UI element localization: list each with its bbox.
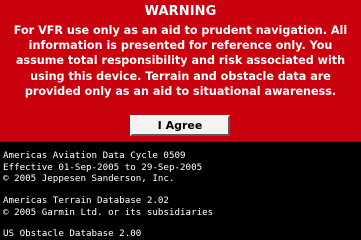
warning-panel: WARNING For VFR use only as an aid to pr… <box>0 0 361 142</box>
aviation-database-info: Americas Aviation Data Cycle 0509 Effect… <box>3 150 358 185</box>
aviation-effective-dates: Effective 01-Sep-2005 to 29-Sep-2005 <box>3 161 203 173</box>
warning-line: assume total responsibility and risk ass… <box>15 54 346 68</box>
warning-message: For VFR use only as an aid to prudent na… <box>8 23 353 99</box>
garmin-startup-screen: WARNING For VFR use only as an aid to pr… <box>0 0 361 240</box>
obstacle-database-version: US Obstacle Database 2.00 <box>3 228 142 239</box>
warning-line: information is presented for reference o… <box>28 39 333 53</box>
terrain-database-info: Americas Terrain Database 2.02 © 2005 Ga… <box>3 195 358 218</box>
obstacle-database-info: US Obstacle Database 2.00 <box>3 228 358 240</box>
agree-button[interactable]: I Agree <box>130 115 230 136</box>
warning-line: For VFR use only as an aid to prudent na… <box>13 24 348 37</box>
aviation-copyright: © 2005 Jeppesen Sanderson, Inc. <box>3 173 175 185</box>
aviation-data-cycle: Americas Aviation Data Cycle 0509 <box>3 150 186 161</box>
terrain-database-version: Americas Terrain Database 2.02 <box>3 195 169 206</box>
warning-title: WARNING <box>144 4 217 19</box>
terrain-copyright: © 2005 Garmin Ltd. or its subsidiaries <box>3 206 214 218</box>
warning-line: provided only as an aid to situational a… <box>24 84 337 98</box>
warning-line: using this device. Terrain and obstacle … <box>30 69 331 83</box>
